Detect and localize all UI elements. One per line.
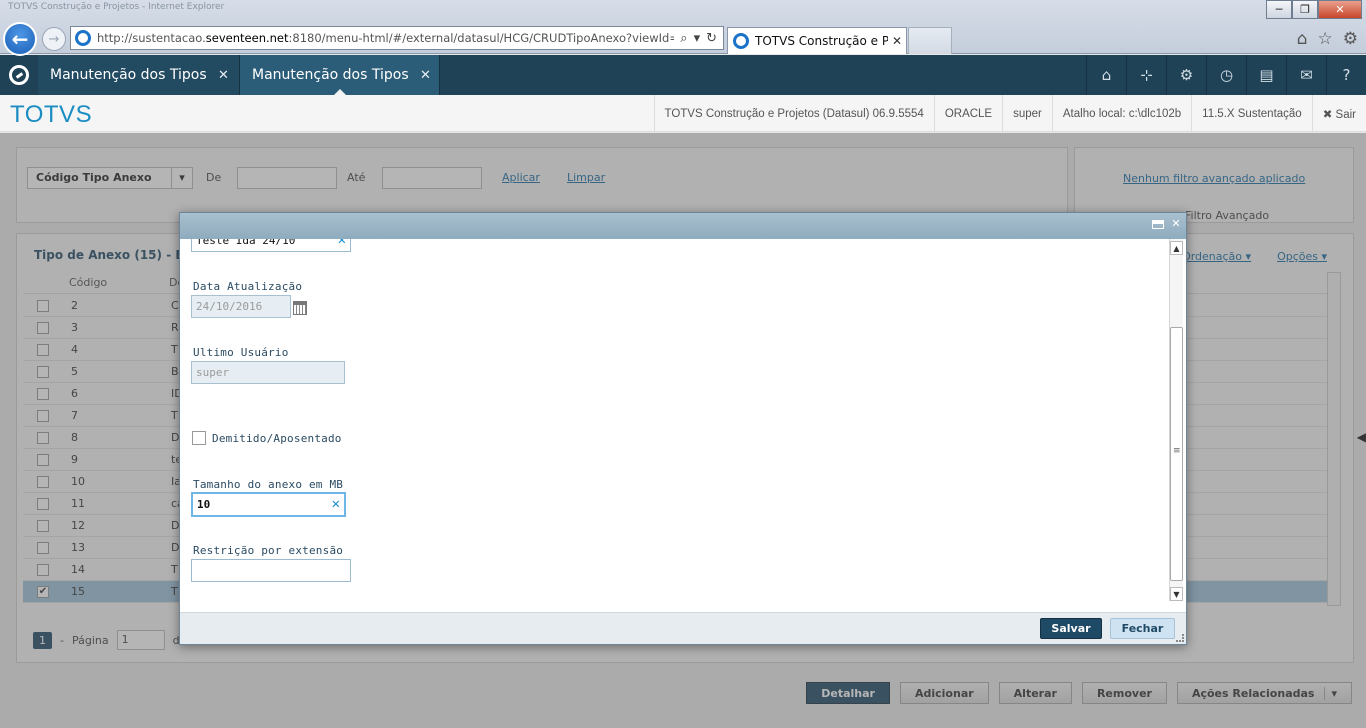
- dropdown-icon[interactable]: ▾: [694, 31, 701, 46]
- modal-scrollbar[interactable]: ▲ ▼: [1169, 239, 1183, 601]
- description-value: Teste Ida 24/10: [196, 239, 296, 247]
- retired-label: Demitido/Aposentado: [212, 432, 342, 445]
- refresh-icon[interactable]: ↻: [706, 31, 717, 46]
- app-header: TOTVS TOTVS Construção e Projetos (Datas…: [0, 95, 1366, 132]
- attachment-size-label: Tamanho do anexo em MB: [193, 478, 344, 491]
- app-tab-1[interactable]: Manutenção dos Tipos ✕: [38, 55, 240, 95]
- retired-checkbox[interactable]: [192, 431, 206, 445]
- clock-icon[interactable]: ◷: [1206, 55, 1246, 95]
- scroll-thumb[interactable]: [1170, 327, 1183, 581]
- resize-grip-icon[interactable]: [1176, 634, 1184, 642]
- totvs-logo-icon[interactable]: [0, 55, 38, 95]
- browser-chrome: TOTVS Construção e Projetos - Internet E…: [0, 0, 1366, 56]
- tab-site-icon: [733, 33, 749, 49]
- save-button[interactable]: Salvar: [1040, 618, 1102, 639]
- chevron-left-icon[interactable]: ◀: [1357, 430, 1366, 444]
- close-window-button[interactable]: ✕: [1318, 0, 1362, 19]
- address-url[interactable]: http://sustentacao.seventeen.net:8180/me…: [97, 31, 674, 45]
- system-version: 11.5.X Sustentação: [1191, 95, 1312, 132]
- attachment-size-value: 10: [197, 498, 211, 511]
- user-name[interactable]: super: [1002, 95, 1052, 132]
- clear-icon[interactable]: ✕: [332, 496, 340, 512]
- close-tab-icon[interactable]: ✕: [888, 34, 906, 48]
- forward-arrow-icon[interactable]: →: [42, 27, 66, 51]
- help-icon[interactable]: ?: [1326, 55, 1366, 95]
- description-field[interactable]: Teste Ida 24/10 ✕: [191, 239, 351, 252]
- maximize-icon[interactable]: [1152, 220, 1164, 229]
- modal-title-icons: ✕: [1152, 218, 1182, 230]
- browser-toolbar-icons: ⌂ ☆ ⚙: [1297, 29, 1358, 49]
- window-title: TOTVS Construção e Projetos - Internet E…: [8, 2, 225, 12]
- last-user-label: Ultimo Usuário: [193, 346, 289, 359]
- address-tools: ⌕ ▾ ↻: [674, 30, 723, 46]
- extension-restriction-input[interactable]: [191, 559, 351, 582]
- last-user-field: super: [191, 361, 345, 384]
- modal-body: Teste Ida 24/10 ✕ Data Atualização 24/10…: [180, 239, 1186, 612]
- maximize-button[interactable]: ❐: [1292, 0, 1318, 19]
- close-button[interactable]: Fechar: [1110, 618, 1175, 639]
- gear-icon[interactable]: ⚙: [1166, 55, 1206, 95]
- close-icon[interactable]: ✕: [420, 68, 431, 83]
- update-date-label: Data Atualização: [193, 280, 303, 293]
- mail-icon[interactable]: ✉: [1286, 55, 1326, 95]
- logout-button[interactable]: ✖ Sair: [1311, 95, 1366, 132]
- browser-tab-title: TOTVS Construção e Projet...: [755, 34, 888, 48]
- update-date-field: 24/10/2016: [191, 295, 291, 318]
- close-icon[interactable]: ✕: [218, 68, 229, 83]
- extension-restriction-label: Restrição por extensão: [193, 544, 344, 557]
- favorites-star-icon[interactable]: ☆: [1318, 29, 1333, 49]
- window-controls: ─ ❐ ✕: [1266, 0, 1362, 19]
- attachment-size-input[interactable]: 10 ✕: [191, 492, 346, 517]
- brand-logo: TOTVS: [10, 101, 93, 128]
- back-arrow-icon[interactable]: ←: [3, 22, 37, 56]
- scroll-down-icon[interactable]: ▼: [1170, 587, 1183, 601]
- home-icon[interactable]: ⌂: [1086, 55, 1126, 95]
- new-tab-button[interactable]: [908, 27, 952, 54]
- local-shortcut: Atalho local: c:\dlc102b: [1051, 95, 1191, 132]
- clear-icon[interactable]: ✕: [338, 239, 346, 248]
- ie-site-icon: [75, 30, 91, 46]
- settings-gear-icon[interactable]: ⚙: [1343, 29, 1358, 49]
- header-info: TOTVS Construção e Projetos (Datasul) 06…: [653, 95, 1366, 132]
- calendar-icon[interactable]: [293, 301, 307, 315]
- database-name: ORACLE: [933, 95, 1002, 132]
- browser-tab[interactable]: TOTVS Construção e Projet... ✕: [727, 27, 907, 54]
- app-tab-label: Manutenção dos Tipos: [50, 67, 207, 83]
- address-bar[interactable]: http://sustentacao.seventeen.net:8180/me…: [70, 26, 724, 50]
- sitemap-icon[interactable]: ⊹: [1126, 55, 1166, 95]
- document-icon[interactable]: ▤: [1246, 55, 1286, 95]
- close-icon[interactable]: ✕: [1170, 218, 1182, 230]
- app-navbar: Manutenção dos Tipos ✕ Manutenção dos Ti…: [0, 55, 1366, 95]
- app-tab-2-active[interactable]: Manutenção dos Tipos ✕: [240, 55, 440, 95]
- edit-modal: ✕ Teste Ida 24/10 ✕ Data Atualização 24/…: [179, 212, 1187, 645]
- modal-footer: Salvar Fechar: [180, 612, 1186, 644]
- product-version: TOTVS Construção e Projetos (Datasul) 06…: [653, 95, 934, 132]
- modal-titlebar: ✕: [180, 213, 1186, 239]
- nav-icons: ⌂ ⊹ ⚙ ◷ ▤ ✉ ?: [1086, 55, 1366, 95]
- search-icon[interactable]: ⌕: [680, 31, 687, 46]
- scroll-up-icon[interactable]: ▲: [1170, 241, 1183, 255]
- app-tab-label: Manutenção dos Tipos: [252, 67, 409, 83]
- home-icon[interactable]: ⌂: [1297, 29, 1308, 49]
- minimize-button[interactable]: ─: [1266, 0, 1292, 19]
